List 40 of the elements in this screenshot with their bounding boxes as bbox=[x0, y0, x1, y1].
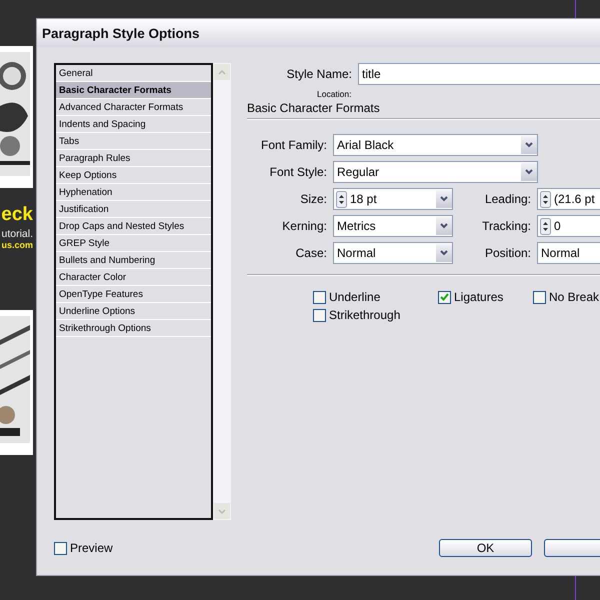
field-label: Tracking: bbox=[481, 219, 531, 233]
chevron-down-icon bbox=[440, 223, 448, 229]
checkbox[interactable]: Underline bbox=[313, 290, 438, 304]
subtitle: utorial. bbox=[1, 228, 33, 240]
category-item[interactable]: Basic Character Formats bbox=[56, 82, 211, 99]
dropdown[interactable]: Arial Black bbox=[333, 134, 538, 156]
spinner-field[interactable]: (21.6 pt bbox=[537, 188, 600, 210]
field-label: Case: bbox=[294, 246, 327, 260]
chevron-down-icon bbox=[440, 196, 448, 202]
field-label: Font Style: bbox=[268, 165, 327, 179]
dropdown[interactable]: Normal bbox=[537, 242, 600, 264]
field-label: Font Family: bbox=[260, 138, 327, 152]
window-title: Paragraph Style Options bbox=[42, 26, 200, 40]
field-label: Size: bbox=[299, 192, 327, 206]
field-label: Kerning: bbox=[281, 219, 327, 233]
checkbox[interactable]: No Break bbox=[533, 290, 600, 304]
style-name-field[interactable]: title bbox=[358, 63, 600, 85]
web-address: us.com bbox=[1, 240, 33, 250]
chevron-down-icon bbox=[525, 169, 533, 175]
spinner-field[interactable]: 0 bbox=[537, 215, 600, 237]
headline: eck bbox=[1, 204, 33, 226]
check-mark-icon bbox=[440, 293, 449, 301]
dropdown[interactable]: Regular bbox=[333, 161, 538, 183]
dropdown[interactable]: Normal bbox=[333, 242, 453, 264]
chevron-down-icon bbox=[525, 142, 533, 148]
field-label: Leading: bbox=[484, 192, 531, 206]
spinner-icon[interactable] bbox=[540, 218, 551, 234]
checkbox[interactable]: Strikethrough bbox=[313, 308, 438, 322]
checkbox[interactable]: Preview bbox=[54, 541, 113, 555]
field-label: Style Name: bbox=[286, 67, 352, 81]
spinner-icon[interactable] bbox=[336, 190, 347, 208]
chevron-down-icon bbox=[440, 250, 448, 256]
section-heading: Basic Character Formats bbox=[247, 101, 381, 115]
spinner-dropdown[interactable]: 18 pt bbox=[333, 188, 453, 210]
checkbox[interactable]: Ligatures bbox=[438, 290, 533, 304]
location-label: Location: bbox=[317, 89, 352, 99]
dropdown[interactable]: Metrics bbox=[333, 215, 453, 237]
field-label: Position: bbox=[484, 246, 531, 260]
ok-button[interactable]: OK bbox=[439, 539, 532, 557]
spinner-icon[interactable] bbox=[540, 190, 551, 208]
